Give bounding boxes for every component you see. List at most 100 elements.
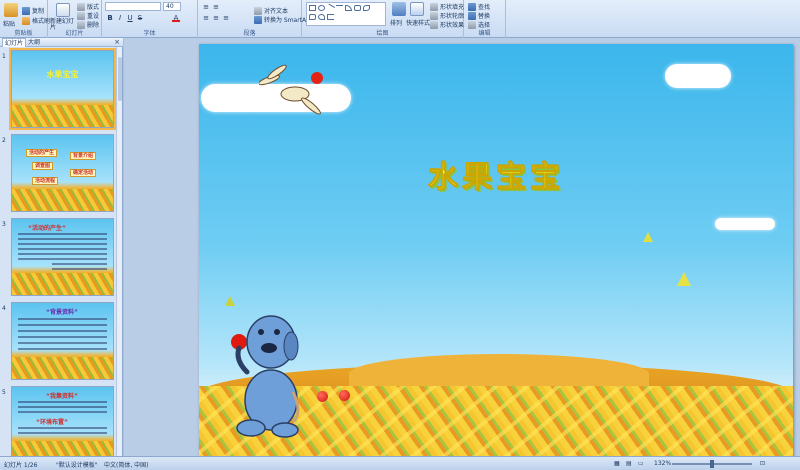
bold-button[interactable]: B	[106, 14, 114, 22]
shapes-gallery[interactable]	[306, 2, 386, 26]
new-slide-icon[interactable]	[56, 3, 70, 17]
font-color-button[interactable]: A	[172, 14, 180, 22]
text-line	[18, 406, 107, 408]
slide-thumbnail-2[interactable]: 活动的产生 背景介绍 调查图 确定活动 活动流程	[11, 134, 114, 212]
align-center-button[interactable]: ≡	[212, 14, 220, 22]
thumbnail-item: 确定活动	[70, 169, 97, 177]
close-icon[interactable]: ×	[114, 38, 120, 47]
layout-icon	[77, 2, 85, 11]
heart-shape-icon[interactable]	[318, 14, 325, 20]
slide-thumbnail-1[interactable]: 水果宝宝	[9, 48, 116, 130]
scrollbar-thumb[interactable]	[118, 57, 122, 101]
zoom-level[interactable]: 132%	[654, 460, 671, 467]
font-group-label: 字体	[143, 30, 156, 37]
slide-thumbnail-5[interactable]: “我集资料” “环境布置”	[11, 386, 114, 456]
align-text-icon	[254, 6, 262, 15]
falling-leaf-icon	[643, 232, 653, 242]
layout-button[interactable]: 版式	[77, 2, 99, 11]
thumbnail-item: 活动流程	[32, 177, 59, 185]
tab-outline[interactable]: 大纲	[26, 38, 42, 47]
text-line	[18, 336, 107, 338]
thumbnail-heading: “我集资料”	[46, 393, 78, 400]
cloud-right	[665, 64, 731, 88]
thumbnail-heading: “活动的产生”	[28, 225, 66, 232]
bullets-button[interactable]: ≡	[202, 3, 210, 11]
text-line	[18, 330, 107, 332]
fit-window-icon[interactable]: ⊡	[760, 460, 765, 467]
callout-shape-icon[interactable]	[309, 14, 316, 20]
slide-thumbnail-4[interactable]: “背景资料”	[11, 302, 114, 380]
text-line	[18, 248, 107, 250]
rounded-rect-shape-icon[interactable]	[354, 5, 361, 11]
copy-button[interactable]: 复制	[22, 6, 44, 15]
zoom-slider[interactable]	[672, 460, 752, 468]
theme-status[interactable]: "默认设计模板"	[56, 460, 98, 469]
arrow-shape-icon[interactable]	[336, 5, 343, 11]
quick-styles-button[interactable]: 快速样式	[406, 18, 430, 27]
text-line	[18, 432, 107, 434]
triangle-shape-icon[interactable]	[345, 5, 352, 11]
text-line	[18, 401, 107, 403]
align-text-button[interactable]: 对齐文本	[254, 6, 288, 15]
replace-button[interactable]: 替换	[468, 11, 490, 20]
align-left-button[interactable]: ≡	[202, 14, 210, 22]
thumbnail-list[interactable]: 1 水果宝宝 2 活动的产生 背景介绍 调查图 确定活动 活动流程 3 “活动的…	[0, 47, 117, 456]
numbering-button[interactable]: ≡	[212, 3, 220, 11]
current-slide[interactable]: 水果宝宝	[199, 44, 793, 470]
slide-editing-area: 水果宝宝	[124, 38, 800, 470]
text-line	[18, 348, 107, 350]
star-shape-icon[interactable]	[363, 5, 370, 11]
oval-shape-icon[interactable]	[318, 5, 325, 11]
arrange-button[interactable]: 排列	[390, 18, 402, 27]
shape-outline-button[interactable]: 形状轮廓	[430, 11, 464, 20]
reset-icon	[77, 11, 85, 20]
line-shape-icon[interactable]	[325, 3, 336, 13]
slide-number: 1	[2, 53, 6, 60]
flying-rabbit-illustration	[259, 64, 323, 115]
normal-view-icon[interactable]: ▦	[614, 460, 620, 467]
align-right-button[interactable]: ≡	[222, 14, 230, 22]
slideshow-icon[interactable]: ▭	[638, 460, 644, 467]
shape-fill-button[interactable]: 形状填充	[430, 2, 464, 11]
text-line	[18, 318, 107, 320]
clipboard-group-label: 剪贴板	[14, 30, 33, 37]
font-group: 40 B I U S A 字体	[102, 0, 198, 38]
rectangle-shape-icon[interactable]	[309, 5, 316, 11]
slide-thumbnail-pane: 幻灯片 大纲 × 1 水果宝宝 2 活动的产生 背景介绍 调查图 确定活动 活动…	[0, 38, 123, 456]
brace-shape-icon[interactable]	[327, 14, 334, 20]
smartart-icon	[254, 15, 262, 24]
reset-button[interactable]: 重设	[77, 11, 99, 20]
paste-button[interactable]: 粘贴	[3, 19, 15, 28]
find-button[interactable]: 查找	[468, 2, 490, 11]
falling-leaf-icon	[677, 272, 691, 286]
paragraph-group: ≡ ≡ ≡ ≡ ≡ 对齐文本 转换为 SmartArt 段落	[198, 0, 311, 38]
thumbnail-scrollbar[interactable]	[116, 47, 122, 456]
editing-group: 查找 替换 选择 编辑	[464, 0, 506, 38]
cloud-small	[715, 218, 775, 230]
arrange-icon[interactable]	[392, 2, 406, 16]
underline-button[interactable]: U	[126, 14, 134, 22]
text-line	[18, 233, 107, 235]
font-size-box[interactable]: 40	[163, 2, 181, 11]
language-status[interactable]: 中文(简体, 中国)	[104, 460, 149, 469]
paste-icon[interactable]	[4, 3, 18, 17]
red-apple-icon	[317, 391, 328, 402]
text-line	[18, 253, 107, 255]
font-name-box[interactable]	[105, 2, 161, 11]
zoom-slider-handle[interactable]	[710, 460, 714, 468]
strikethrough-button[interactable]: S	[136, 14, 144, 22]
format-painter-button[interactable]: 格式刷	[22, 16, 50, 25]
text-line	[18, 411, 107, 413]
slide-thumbnail-3[interactable]: “活动的产生”	[11, 218, 114, 296]
format-painter-icon	[22, 16, 30, 25]
thumbnail-subheading: “环境布置”	[36, 419, 68, 426]
thumbnail-title: 水果宝宝	[46, 70, 79, 79]
slide-title[interactable]: 水果宝宝	[199, 152, 793, 196]
text-line	[52, 263, 107, 265]
slide-sorter-icon[interactable]: ▤	[626, 460, 632, 467]
slide-position-status: 幻灯片 1/26	[4, 462, 38, 469]
quick-styles-icon[interactable]	[410, 2, 424, 16]
italic-button[interactable]: I	[116, 14, 124, 22]
tab-slides[interactable]: 幻灯片	[2, 38, 27, 47]
thumbnail-meadow	[12, 273, 113, 295]
